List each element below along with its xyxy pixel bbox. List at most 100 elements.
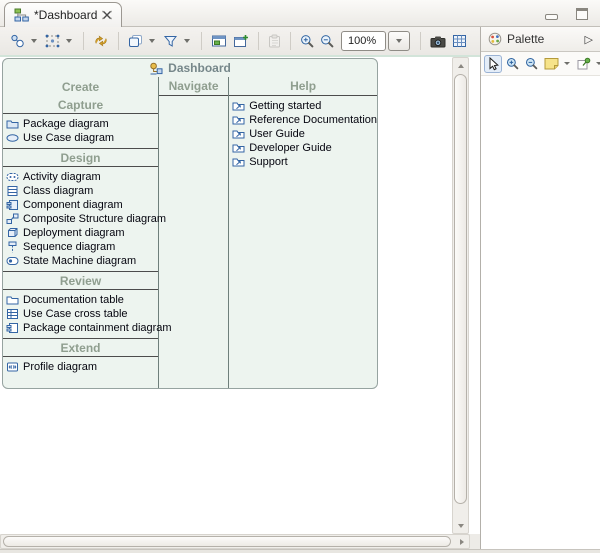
extend-items: Profile diagram (3, 357, 158, 377)
copy-appearance-button[interactable] (126, 32, 145, 50)
help-folder-icon (232, 114, 245, 126)
palette-toolbar (481, 52, 600, 76)
item-sequence-diagram[interactable]: Sequence diagram (3, 240, 158, 254)
item-reference-documentation[interactable]: Reference Documentation (229, 113, 377, 127)
palette-zoom-out-tool[interactable] (523, 56, 540, 71)
pin-tool[interactable] (575, 56, 593, 71)
sequence-diagram-icon (6, 241, 19, 253)
note-tool[interactable] (542, 56, 561, 71)
diagram-canvas[interactable]: Dashboard Create Capture Package diagram… (0, 55, 480, 534)
package-containment-diagram-icon (6, 322, 19, 334)
filter-button[interactable] (161, 32, 180, 50)
copy-appearance-dropdown-icon[interactable] (149, 39, 155, 43)
dashboard-icon (149, 62, 163, 75)
item-use-case-cross-table[interactable]: Use Case cross table (3, 307, 158, 321)
toolbar-separator (290, 32, 291, 50)
diagram-toolbar: 100% (0, 27, 480, 55)
help-folder-icon (232, 128, 245, 140)
create-header: Create (3, 77, 158, 96)
tab-title: *Dashboard (34, 8, 97, 22)
review-items: Documentation table Use Case cross table… (3, 290, 158, 339)
sync-links-button[interactable] (91, 32, 111, 50)
camera-snapshot-button[interactable] (428, 33, 448, 50)
item-deployment-diagram[interactable]: Deployment diagram (3, 226, 158, 240)
toolbar-separator (201, 32, 202, 50)
toolbar-separator (420, 32, 421, 50)
help-items: Getting started Reference Documentation … (229, 96, 377, 172)
class-diagram-icon (6, 185, 19, 197)
new-view-button[interactable] (231, 32, 251, 50)
window-bottom-edge (0, 549, 600, 553)
help-folder-icon (232, 156, 245, 168)
activity-diagram-icon (6, 171, 19, 183)
composite-structure-diagram-icon (6, 213, 19, 225)
toolbar-separator (83, 32, 84, 50)
minimize-view-icon[interactable] (545, 14, 558, 20)
maximize-view-icon[interactable] (576, 8, 588, 20)
zoom-level-combo: 100% (341, 31, 410, 51)
package-diagram-icon (6, 118, 19, 130)
palette-icon (488, 32, 502, 46)
grid-view-button[interactable] (450, 32, 469, 50)
vertical-scrollbar-thumb[interactable] (454, 74, 467, 504)
design-items: Activity diagram Class diagram Component… (3, 167, 158, 272)
item-user-guide[interactable]: User Guide (229, 127, 377, 141)
filter-dropdown-icon[interactable] (184, 39, 190, 43)
zoom-in-button[interactable] (298, 32, 316, 50)
select-tool[interactable] (484, 55, 502, 73)
marquee-selection-button[interactable] (43, 32, 62, 50)
horizontal-scrollbar-thumb[interactable] (3, 536, 451, 547)
help-column: Help Getting started Reference Documenta… (229, 77, 377, 389)
scroll-up-icon[interactable] (454, 59, 467, 72)
item-support[interactable]: Support (229, 155, 377, 169)
dashboard-title-text: Dashboard (168, 61, 231, 75)
close-tab-icon[interactable] (102, 10, 112, 20)
zoom-out-button[interactable] (318, 32, 336, 50)
item-package-diagram[interactable]: Package diagram (3, 117, 158, 131)
palette-zoom-in-tool[interactable] (504, 56, 521, 71)
scroll-right-icon[interactable] (455, 536, 468, 547)
horizontal-scrollbar[interactable] (0, 534, 470, 549)
palette-collapse-icon[interactable]: ▷ (585, 33, 593, 46)
capture-header: Capture (3, 96, 158, 114)
review-header: Review (3, 272, 158, 290)
navigate-column: Navigate (159, 77, 229, 389)
item-use-case-diagram[interactable]: Use Case diagram (3, 131, 158, 145)
help-folder-icon (232, 100, 245, 112)
create-column: Create Capture Package diagram Use Case … (3, 77, 159, 389)
dashboard-panel: Dashboard Create Capture Package diagram… (2, 58, 378, 389)
pin-tool-dropdown-icon[interactable] (596, 62, 600, 65)
item-getting-started[interactable]: Getting started (229, 99, 377, 113)
item-activity-diagram[interactable]: Activity diagram (3, 170, 158, 184)
note-tool-dropdown-icon[interactable] (564, 62, 570, 65)
item-documentation-table[interactable]: Documentation table (3, 293, 158, 307)
use-case-cross-table-icon (6, 308, 19, 320)
tab-dashboard[interactable]: *Dashboard (4, 2, 122, 27)
design-header: Design (3, 149, 158, 167)
vertical-scrollbar[interactable] (452, 57, 469, 534)
palette-header[interactable]: Palette ▷ (481, 27, 600, 52)
diagram-nodes-dropdown-icon[interactable] (31, 39, 37, 43)
help-folder-icon (232, 142, 245, 154)
marquee-selection-dropdown-icon[interactable] (66, 39, 72, 43)
item-profile-diagram[interactable]: Profile diagram (3, 360, 158, 374)
toolbar-separator (258, 32, 259, 50)
view-controls (545, 8, 588, 20)
item-class-diagram[interactable]: Class diagram (3, 184, 158, 198)
chevron-down-icon (396, 39, 402, 43)
palette-panel: Palette ▷ (480, 27, 600, 549)
item-state-machine-diagram[interactable]: State Machine diagram (3, 254, 158, 268)
zoom-level-dropdown[interactable] (388, 31, 410, 51)
scroll-down-icon[interactable] (454, 519, 467, 532)
item-package-containment-diagram[interactable]: Package containment diagram (3, 321, 158, 335)
editor-tab-bar: *Dashboard (0, 0, 600, 27)
item-developer-guide[interactable]: Developer Guide (229, 141, 377, 155)
documentation-table-icon (6, 294, 19, 306)
item-component-diagram[interactable]: Component diagram (3, 198, 158, 212)
item-composite-structure-diagram[interactable]: Composite Structure diagram (3, 212, 158, 226)
extend-header: Extend (3, 339, 158, 357)
capture-view-button[interactable] (209, 32, 229, 50)
toolbar-separator (118, 32, 119, 50)
zoom-level-value[interactable]: 100% (341, 31, 386, 51)
diagram-nodes-button[interactable] (8, 32, 27, 50)
